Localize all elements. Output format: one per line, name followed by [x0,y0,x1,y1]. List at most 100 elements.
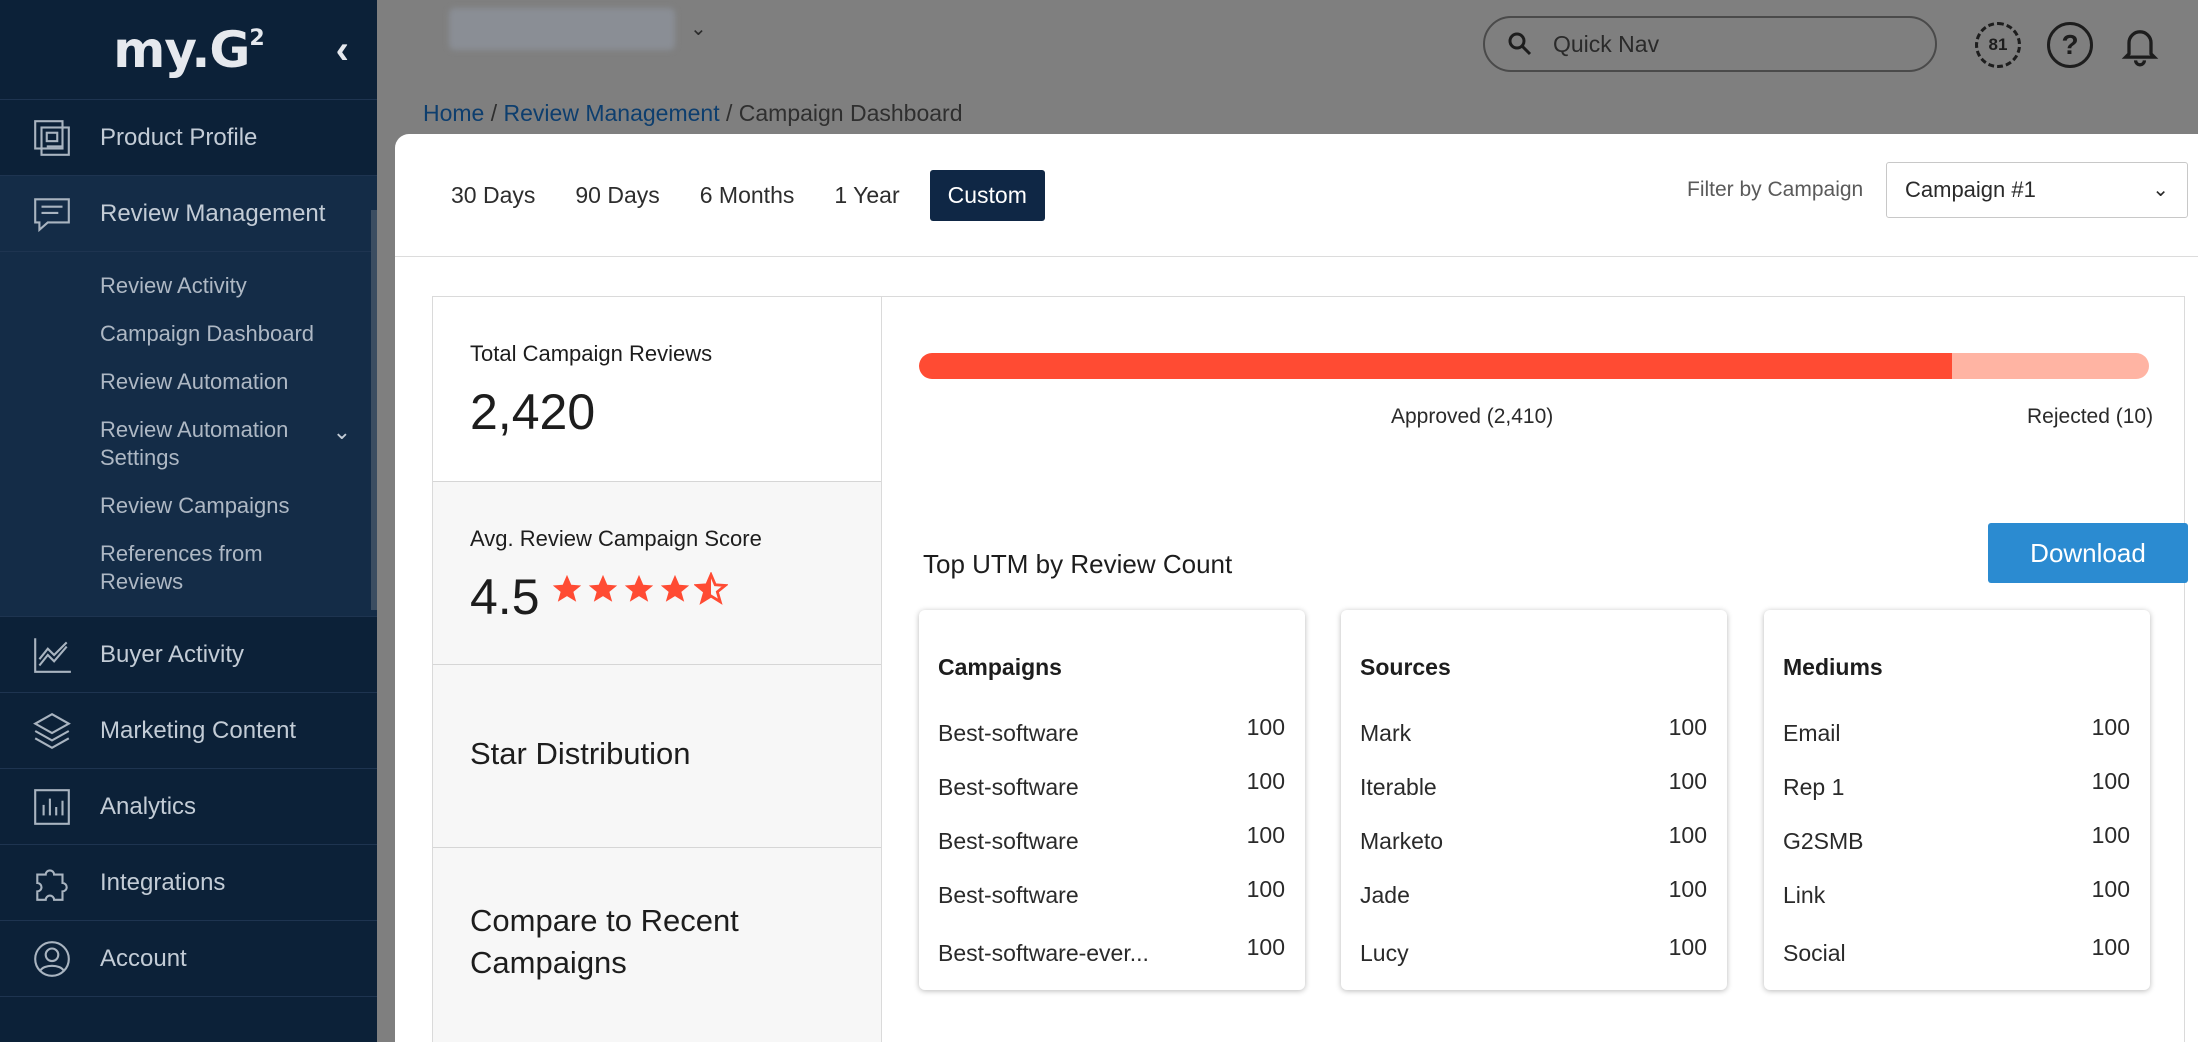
sidebar-item-marketing-content[interactable]: Marketing Content [0,693,377,769]
utm-card-title: Mediums [1783,654,1883,680]
sidebar-item-label: Review Management [100,199,326,227]
submenu-item-campaign-dashboard[interactable]: Campaign Dashboard [0,310,377,358]
approval-progress-bar [919,353,2149,379]
total-reviews-label: Total Campaign Reviews [470,341,713,366]
tab-90-days[interactable]: 90 Days [555,170,679,221]
compare-campaigns-card[interactable]: Compare to Recent Campaigns [433,848,881,1042]
list-item: Mark 100 [1360,714,1707,746]
list-item: Best-software-ever... 100 [938,934,1285,966]
org-selector[interactable]: ⌄ [413,0,713,58]
tab-1-year[interactable]: 1 Year [814,170,919,221]
star-rating [550,572,728,606]
submenu-item-review-campaigns[interactable]: Review Campaigns [0,482,377,530]
sidebar-item-label: Marketing Content [100,716,297,744]
list-item: Social 100 [1783,934,2130,966]
filter-by-campaign-label: Filter by Campaign [1687,178,1864,201]
g2-logo[interactable]: my.G2 [113,21,264,79]
stats-column: Total Campaign Reviews 2,420 Avg. Review… [433,297,882,1042]
chevron-down-icon: ⌄ [2152,179,2169,201]
star-icon [624,574,654,602]
marketing-content-icon [30,709,74,753]
review-management-submenu: Review Activity Campaign Dashboard Revie… [0,252,377,617]
star-icon [552,574,582,602]
list-item: Best-software 100 [938,876,1285,908]
avg-score-card: Avg. Review Campaign Score 4.5 [433,482,881,665]
breadcrumb-review-management[interactable]: Review Management [504,100,720,126]
top-bar: ⌄ Quick Nav 81 ? [377,0,2198,76]
account-icon [30,937,74,981]
sidebar-item-product-profile[interactable]: Product Profile [0,100,377,176]
tab-custom[interactable]: Custom [929,170,1045,221]
sidebar-item-analytics[interactable]: Analytics [0,769,377,845]
avg-score-value: 4.5 [470,569,540,625]
approved-label: Approved (2,410) [1391,405,1554,428]
star-icon [660,574,690,602]
utm-card-title: Campaigns [938,654,1062,680]
submenu-item-review-activity[interactable]: Review Activity [0,262,377,310]
total-reviews-value: 2,420 [470,384,596,440]
tab-30-days[interactable]: 30 Days [431,170,555,221]
submenu-item-references-from-reviews[interactable]: References from Reviews [0,530,377,606]
star-icon [588,574,618,602]
bell-icon[interactable] [2117,22,2163,68]
chevron-down-icon[interactable]: ⌄ [690,16,707,41]
tab-6-months[interactable]: 6 Months [680,170,815,221]
submenu-label: Review Automation Settings [100,417,289,470]
product-profile-icon [30,116,74,160]
list-item: Lucy 100 [1360,934,1707,966]
campaign-dashboard-panel: 30 Days 90 Days 6 Months 1 Year Custom F… [395,134,2198,1042]
analytics-icon [30,785,74,829]
sidebar-item-label: Buyer Activity [100,640,245,668]
buyer-activity-icon [30,633,74,677]
breadcrumb-separator: / [484,100,504,126]
review-management-icon [30,192,74,236]
sidebar-item-account[interactable]: Account [0,921,377,997]
list-item: Email 100 [1783,714,2130,746]
notification-count-badge[interactable]: 81 [1975,22,2021,68]
dashboard-content: Total Campaign Reviews 2,420 Avg. Review… [432,296,2188,1042]
breadcrumb-current: Campaign Dashboard [738,100,963,126]
list-item: Jade 100 [1360,876,1707,908]
divider [395,256,2198,257]
sidebar-item-label: Product Profile [100,123,258,151]
breadcrumb-separator: / [719,100,739,126]
list-item: Iterable 100 [1360,768,1707,800]
star-distribution-title: Star Distribution [470,736,691,771]
breadcrumb-home[interactable]: Home [423,100,484,126]
sidebar-item-integrations[interactable]: Integrations [0,845,377,921]
collapse-sidebar-icon[interactable]: ‹ [336,28,349,73]
chevron-down-icon[interactable]: ⌄ [333,418,351,446]
sidebar-item-review-management[interactable]: Review Management [0,176,377,252]
sidebar-item-buyer-activity[interactable]: Buyer Activity [0,617,377,693]
logo-row: my.G2 ‹ [0,0,377,100]
download-button[interactable]: Download [1988,523,2188,583]
submenu-item-review-automation-settings[interactable]: Review Automation Settings ⌄ [0,406,377,482]
utm-card-mediums: Mediums Email 100 Rep 1 100 G2SMB 100 Link 1… [1764,610,2150,990]
help-icon[interactable]: ? [2047,22,2093,68]
campaign-select-value: Campaign #1 [1905,177,2036,202]
sidebar-item-label: Analytics [100,792,197,820]
list-item: Best-software 100 [938,768,1285,800]
avg-score-label: Avg. Review Campaign Score [470,526,762,551]
utm-card-sources: Sources Mark 100 Iterable 100 Marketo 100 J… [1341,610,1727,990]
sidebar-scrollbar[interactable] [371,210,377,610]
quick-nav-label: Quick Nav [1553,30,1660,57]
blurred-org-name [449,8,675,50]
integrations-icon [30,861,74,905]
total-reviews-card: Total Campaign Reviews 2,420 [433,297,881,482]
list-item: Marketo 100 [1360,822,1707,854]
quick-nav-search[interactable]: Quick Nav [1483,16,1937,72]
list-item: Best-software 100 [938,822,1285,854]
compare-campaigns-title: Compare to Recent Campaigns [470,903,739,980]
campaign-select[interactable]: Campaign #1 ⌄ [1886,162,2188,218]
rejected-label: Rejected (10) [2027,405,2154,428]
star-distribution-card[interactable]: Star Distribution [433,665,881,848]
half-star-icon [694,572,728,605]
approved-fill [919,353,1953,379]
submenu-item-review-automation[interactable]: Review Automation [0,358,377,406]
breadcrumb: Home / Review Management / Campaign Dash… [423,100,963,127]
sidebar: my.G2 ‹ Product Profile Review Managemen… [0,0,377,1042]
list-item: Link 100 [1783,876,2130,908]
search-icon [1508,32,1532,56]
sidebar-item-label: Account [100,944,187,972]
